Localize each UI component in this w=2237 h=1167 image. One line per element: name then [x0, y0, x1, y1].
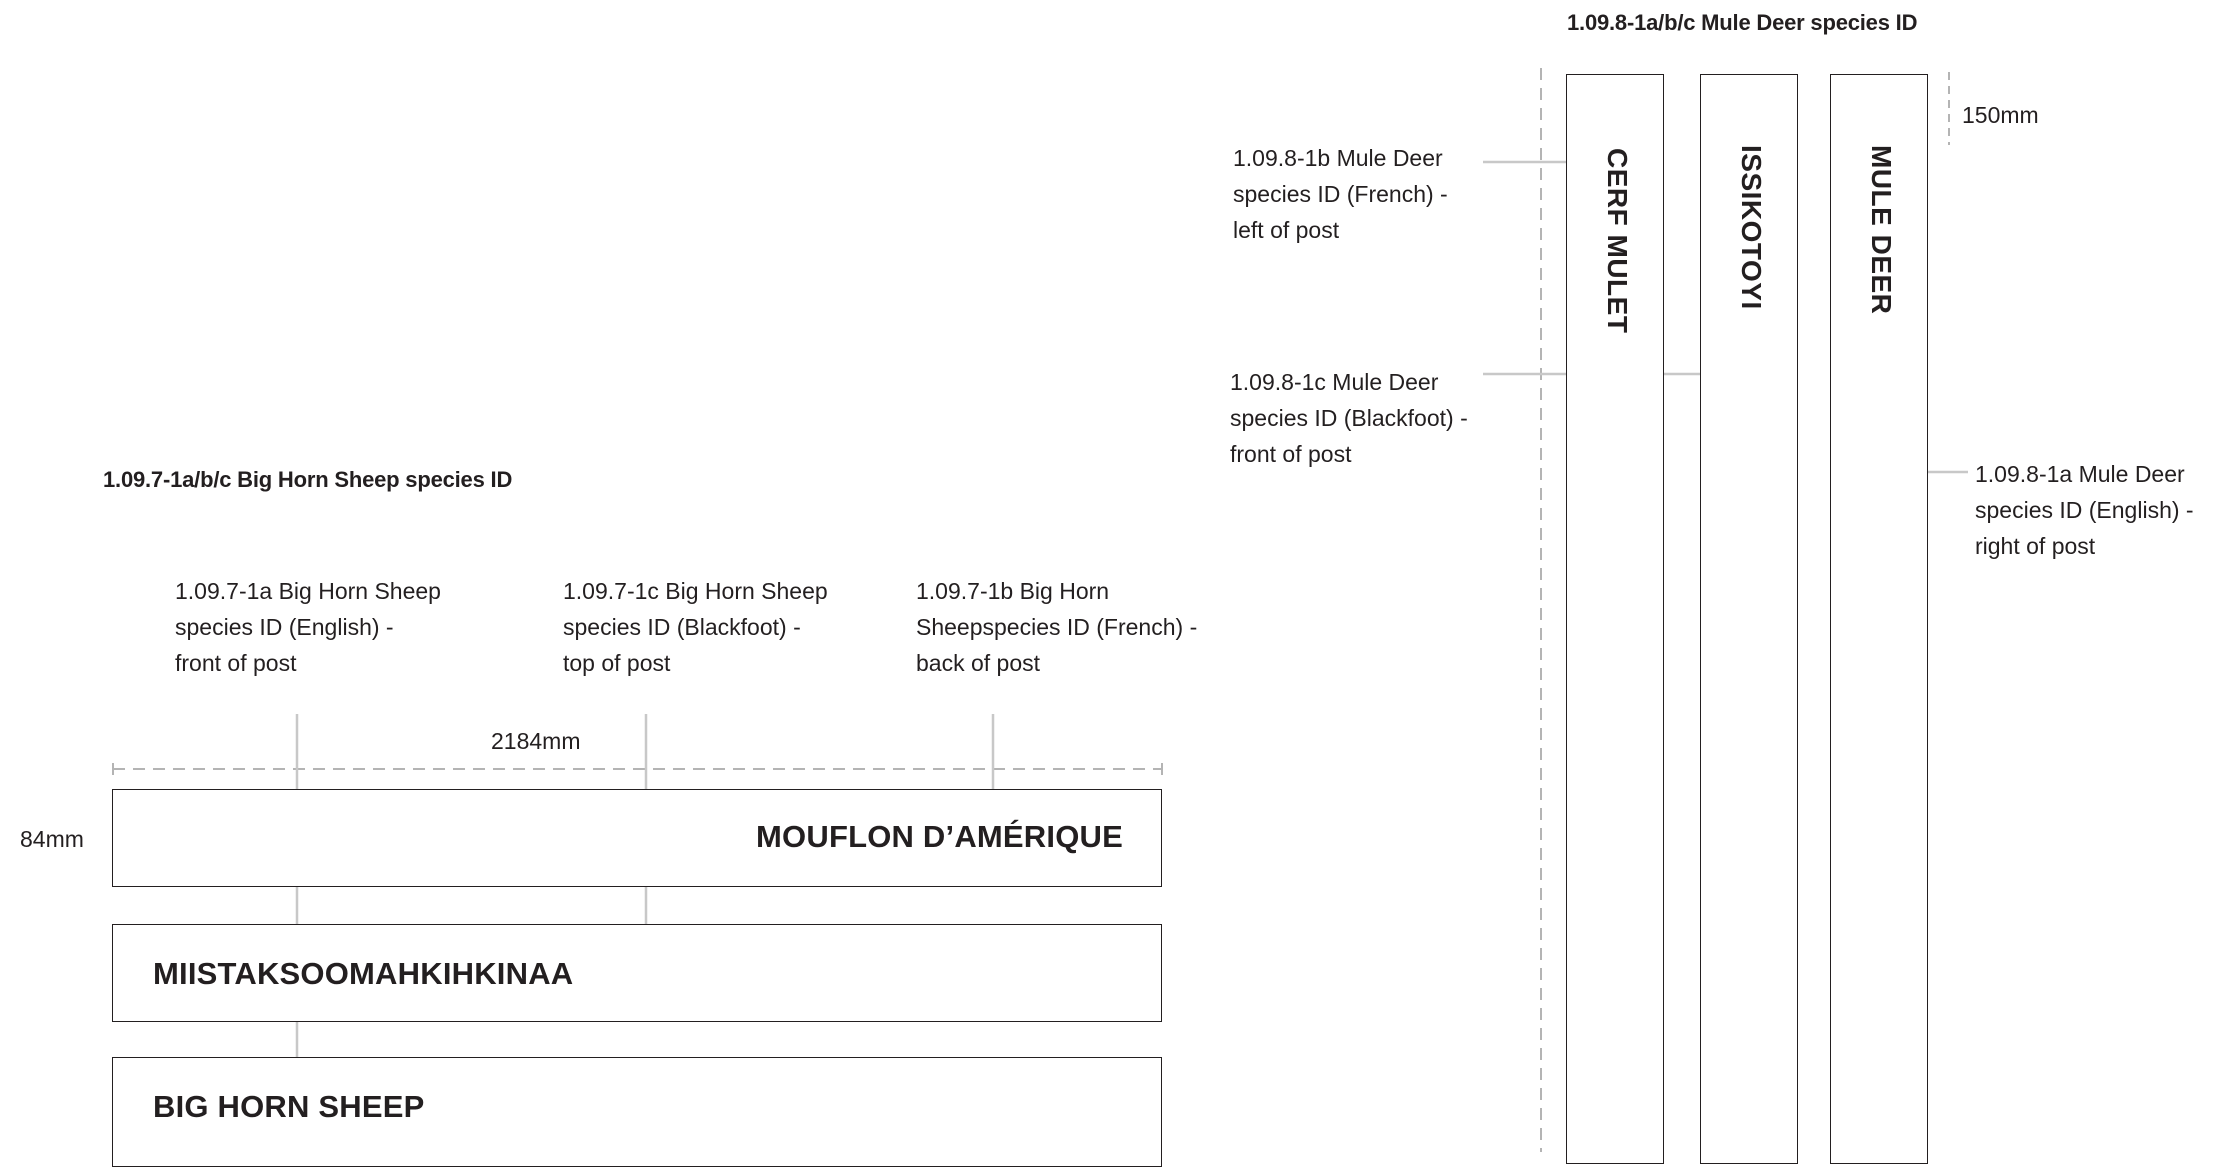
- callout-line: right of post: [1975, 533, 2096, 559]
- deer-post-blackfoot-panel: ISSIKOTOYI: [1700, 74, 1798, 1164]
- sheep-sign-french-text: MOUFLON D’AMÉRIQUE: [756, 819, 1123, 854]
- callout-line: species ID (Blackfoot) -: [563, 614, 801, 640]
- deer-width-dimension-label: 150mm: [1962, 102, 2039, 128]
- callout-line: 1.09.8-1b Mule Deer: [1233, 145, 1443, 171]
- callout-line: left of post: [1233, 217, 1340, 243]
- sheep-sign-french-panel: MOUFLON D’AMÉRIQUE: [112, 789, 1162, 887]
- deer-section-heading: 1.09.8-1a/b/c Mule Deer species ID: [1567, 10, 1918, 35]
- sheep-french-callout: 1.09.7-1b Big Horn Sheepspecies ID (Fren…: [916, 573, 1197, 681]
- sheep-sign-blackfoot-panel: MIISTAKSOOMAHKIHKINAA: [112, 924, 1162, 1022]
- sheep-sign-english-panel: BIG HORN SHEEP: [112, 1057, 1162, 1167]
- callout-line: species ID (English) -: [1975, 497, 2194, 523]
- deer-english-callout: 1.09.8-1a Mule Deer species ID (English)…: [1975, 456, 2194, 564]
- callout-line: 1.09.7-1a Big Horn Sheep: [175, 578, 441, 604]
- callout-line: top of post: [563, 650, 671, 676]
- callout-line: front of post: [175, 650, 297, 676]
- callout-line: species ID (French) -: [1233, 181, 1448, 207]
- deer-post-french-text: CERF MULET: [1602, 148, 1633, 334]
- deer-post-french-panel: CERF MULET: [1566, 74, 1664, 1164]
- deer-blackfoot-callout: 1.09.8-1c Mule Deer species ID (Blackfoo…: [1230, 364, 1468, 472]
- callout-line: front of post: [1230, 441, 1352, 467]
- sheep-sign-blackfoot-text: MIISTAKSOOMAHKIHKINAA: [153, 956, 574, 991]
- sheep-blackfoot-callout: 1.09.7-1c Big Horn Sheep species ID (Bla…: [563, 573, 828, 681]
- callout-line: back of post: [916, 650, 1041, 676]
- callout-line: 1.09.7-1c Big Horn Sheep: [563, 578, 828, 604]
- callout-line: 1.09.8-1c Mule Deer: [1230, 369, 1439, 395]
- callout-line: species ID (Blackfoot) -: [1230, 405, 1468, 431]
- sheep-width-dimension-label: 2184mm: [491, 728, 581, 754]
- callout-line: 1.09.7-1b Big Horn: [916, 578, 1110, 604]
- sheep-section-heading: 1.09.7-1a/b/c Big Horn Sheep species ID: [103, 467, 513, 492]
- deer-post-english-text: MULE DEER: [1866, 145, 1897, 315]
- callout-line: Sheepspecies ID (French) -: [916, 614, 1198, 640]
- sheep-sign-english-text: BIG HORN SHEEP: [153, 1089, 425, 1124]
- sheep-english-callout: 1.09.7-1a Big Horn Sheep species ID (Eng…: [175, 573, 441, 681]
- sheep-height-dimension-label: 84mm: [20, 826, 84, 852]
- callout-line: 1.09.8-1a Mule Deer: [1975, 461, 2185, 487]
- deer-post-blackfoot-text: ISSIKOTOYI: [1736, 145, 1767, 310]
- deer-post-english-panel: MULE DEER: [1830, 74, 1928, 1164]
- callout-line: species ID (English) -: [175, 614, 394, 640]
- deer-french-callout: 1.09.8-1b Mule Deer species ID (French) …: [1233, 140, 1448, 248]
